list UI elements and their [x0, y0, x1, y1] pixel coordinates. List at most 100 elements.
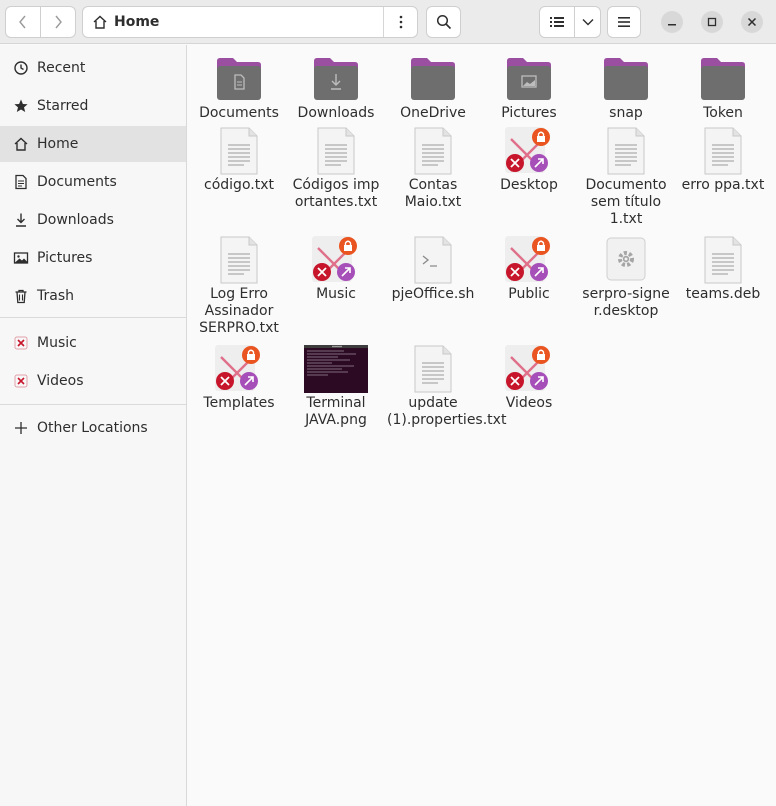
sidebar-item-label: Pictures — [37, 250, 93, 266]
plus-icon — [14, 422, 27, 434]
file-name: Documento sem título 1.txt — [585, 177, 667, 227]
file-name: Terminal JAVA.png — [305, 395, 367, 428]
file-name: serpro-signer.desktop — [582, 286, 670, 319]
file-item-videos[interactable]: Videos — [481, 345, 577, 412]
sidebar-item-label: Recent — [37, 60, 86, 76]
folder-icon — [691, 55, 755, 103]
broken-symlink-icon — [497, 127, 561, 175]
sidebar-item-trash[interactable]: Trash — [0, 278, 186, 314]
document-icon — [14, 174, 27, 190]
file-item-teams-deb[interactable]: teams.deb — [675, 236, 771, 303]
download-icon — [15, 213, 26, 227]
file-item-serpro-signer[interactable]: serpro-signer.desktop — [578, 236, 674, 320]
file-name: Log Erro Assinador SERPRO.txt — [199, 286, 279, 336]
file-item-erro-ppa[interactable]: erro ppa.txt — [675, 127, 771, 194]
file-item-public[interactable]: Public — [481, 236, 577, 303]
sidebar-item-music[interactable]: Music — [0, 325, 186, 361]
maximize-icon — [707, 17, 717, 27]
minimize-button[interactable] — [661, 11, 683, 33]
maximize-button[interactable] — [701, 11, 723, 33]
sidebar-separator — [0, 317, 186, 318]
file-item-pjeoffice-sh[interactable]: pjeOffice.sh — [385, 236, 481, 303]
sidebar-item-videos[interactable]: Videos — [0, 363, 186, 399]
search-button[interactable] — [426, 6, 461, 38]
broken-symlink-icon — [497, 236, 561, 284]
file-name: teams.deb — [685, 286, 761, 302]
list-view-button[interactable] — [539, 6, 575, 38]
file-item-token[interactable]: Token — [675, 55, 771, 122]
sidebar-item-pictures[interactable]: Pictures — [0, 240, 186, 276]
chevron-left-icon — [19, 15, 26, 29]
list-view-icon — [550, 17, 564, 27]
file-item-codigos-importantes[interactable]: Códigos importantes.txt — [288, 127, 384, 211]
file-name: Pictures — [501, 105, 557, 121]
file-name: Desktop — [500, 177, 558, 193]
sidebar-item-home[interactable]: Home — [0, 126, 186, 162]
home-icon — [93, 15, 107, 29]
folder-downloads-icon — [304, 55, 368, 103]
trash-icon — [15, 289, 26, 304]
path-menu-button[interactable] — [383, 7, 417, 37]
file-item-desktop[interactable]: Desktop — [481, 127, 577, 194]
chevron-down-icon — [582, 19, 593, 26]
folder-documents-icon — [207, 55, 271, 103]
file-item-contas-maio[interactable]: Contas Maio.txt — [385, 127, 481, 211]
sidebar-item-downloads[interactable]: Downloads — [0, 202, 186, 238]
sidebar-item-other-locations[interactable]: Other Locations — [0, 410, 186, 446]
back-button[interactable] — [5, 6, 41, 38]
sidebar-item-recent[interactable]: Recent — [0, 50, 186, 86]
text-file-icon — [207, 127, 271, 175]
sidebar-item-label: Downloads — [37, 212, 114, 228]
file-item-terminal-java-png[interactable]: Terminal JAVA.png — [288, 345, 384, 429]
file-item-codigo-txt[interactable]: código.txt — [191, 127, 287, 194]
sidebar-item-label: Trash — [37, 288, 74, 304]
file-name: Documents — [199, 105, 279, 121]
file-name: Códigos importantes.txt — [292, 177, 380, 210]
file-item-pictures[interactable]: Pictures — [481, 55, 577, 122]
file-name: Public — [508, 286, 550, 302]
file-item-music[interactable]: Music — [288, 236, 384, 303]
clock-icon — [13, 61, 28, 75]
text-file-icon — [401, 345, 465, 393]
file-item-snap[interactable]: snap — [578, 55, 674, 122]
vertical-dots-icon — [399, 15, 402, 29]
minimize-icon — [668, 24, 676, 26]
text-file-icon — [401, 127, 465, 175]
folder-icon — [401, 55, 465, 103]
sidebar-item-label: Videos — [37, 373, 84, 389]
forward-button[interactable] — [40, 6, 76, 38]
home-icon — [14, 137, 27, 151]
hamburger-icon — [618, 17, 630, 27]
file-item-onedrive[interactable]: OneDrive — [385, 55, 481, 122]
file-item-documento-sem-titulo[interactable]: Documento sem título 1.txt — [578, 127, 674, 228]
broken-symlink-icon — [304, 236, 368, 284]
broken-link-icon — [14, 374, 27, 388]
file-name: pjeOffice.sh — [391, 286, 475, 302]
folder-pictures-icon — [497, 55, 561, 103]
script-file-icon — [401, 236, 465, 284]
path-bar: Home — [82, 6, 418, 38]
sidebar-item-label: Other Locations — [37, 420, 148, 436]
file-name: Contas Maio.txt — [404, 177, 462, 210]
chevron-right-icon — [55, 15, 62, 29]
sidebar-item-documents[interactable]: Documents — [0, 164, 186, 200]
file-name: erro ppa.txt — [681, 177, 765, 193]
sidebar-item-starred[interactable]: Starred — [0, 88, 186, 124]
file-item-downloads[interactable]: Downloads — [288, 55, 384, 122]
file-name: Downloads — [297, 105, 375, 121]
file-item-documents[interactable]: Documents — [191, 55, 287, 122]
file-name: update (1).properties.txt — [387, 395, 507, 428]
sidebar-item-label: Starred — [37, 98, 89, 114]
file-name: snap — [609, 105, 643, 121]
file-item-log-erro[interactable]: Log Erro Assinador SERPRO.txt — [191, 236, 287, 337]
desktop-file-icon — [594, 236, 658, 284]
file-item-update-properties[interactable]: update (1).properties.txt — [385, 345, 507, 429]
main-menu-button[interactable] — [607, 6, 641, 38]
text-file-icon — [691, 236, 755, 284]
file-item-templates[interactable]: Templates — [191, 345, 287, 412]
sidebar: Recent Starred Home Documents Downloads … — [0, 45, 187, 806]
view-options-button[interactable] — [574, 6, 601, 38]
close-window-button[interactable] — [741, 11, 763, 33]
file-grid: Documents Downloads OneDrive Pictures sn… — [188, 45, 776, 806]
path-home-segment[interactable]: Home — [83, 7, 383, 37]
